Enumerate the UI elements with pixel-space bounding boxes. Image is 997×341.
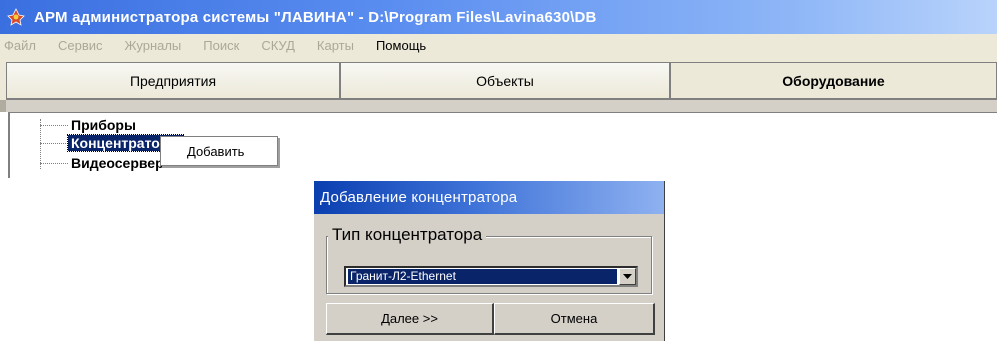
context-menu-add[interactable]: Добавить (160, 136, 278, 166)
menu-help[interactable]: Помощь (376, 38, 426, 53)
tree-node-video-servers[interactable]: Видеосерверы (40, 155, 179, 171)
menu-file[interactable]: Файл (4, 38, 36, 53)
menu-search[interactable]: Поиск (203, 38, 239, 53)
cancel-button[interactable]: Отмена (494, 303, 655, 335)
chevron-down-icon[interactable] (619, 268, 636, 285)
app-logo-icon (6, 7, 26, 27)
tab-strip: Предприятия Объекты Оборудование (0, 56, 997, 100)
add-concentrator-dialog: Добавление концентратора Тип концентрато… (313, 181, 665, 341)
panel-header (0, 100, 997, 112)
tree-node-label: Приборы (71, 117, 136, 133)
tree-branch-line (40, 124, 68, 126)
tree-node-devices[interactable]: Приборы (40, 117, 139, 133)
menu-maps[interactable]: Карты (317, 38, 354, 53)
tab-equipment[interactable]: Оборудование (670, 62, 997, 100)
tab-objects[interactable]: Объекты (340, 62, 670, 100)
tree-branch-line (40, 162, 68, 164)
tree-branch-line (40, 142, 68, 144)
title-bar: АРМ администратора системы "ЛАВИНА" - D:… (0, 0, 997, 34)
next-button[interactable]: Далее >> (326, 303, 494, 335)
concentrator-type-label: Тип концентратора (328, 225, 487, 245)
menu-service[interactable]: Сервис (58, 38, 103, 53)
dialog-title: Добавление концентратора (314, 181, 664, 214)
select-value: Гранит-Л2-Ethernet (347, 268, 618, 285)
equipment-tree: Приборы Концентраторы Видеосерверы (8, 112, 997, 178)
window-title: АРМ администратора системы "ЛАВИНА" - D:… (34, 8, 597, 26)
menu-bar: Файл Сервис Журналы Поиск СКУД Карты Пом… (0, 34, 997, 56)
menu-skud[interactable]: СКУД (261, 38, 295, 53)
tab-enterprises[interactable]: Предприятия (6, 62, 340, 100)
menu-journals[interactable]: Журналы (125, 38, 182, 53)
concentrator-type-select[interactable]: Гранит-Л2-Ethernet (344, 266, 638, 287)
